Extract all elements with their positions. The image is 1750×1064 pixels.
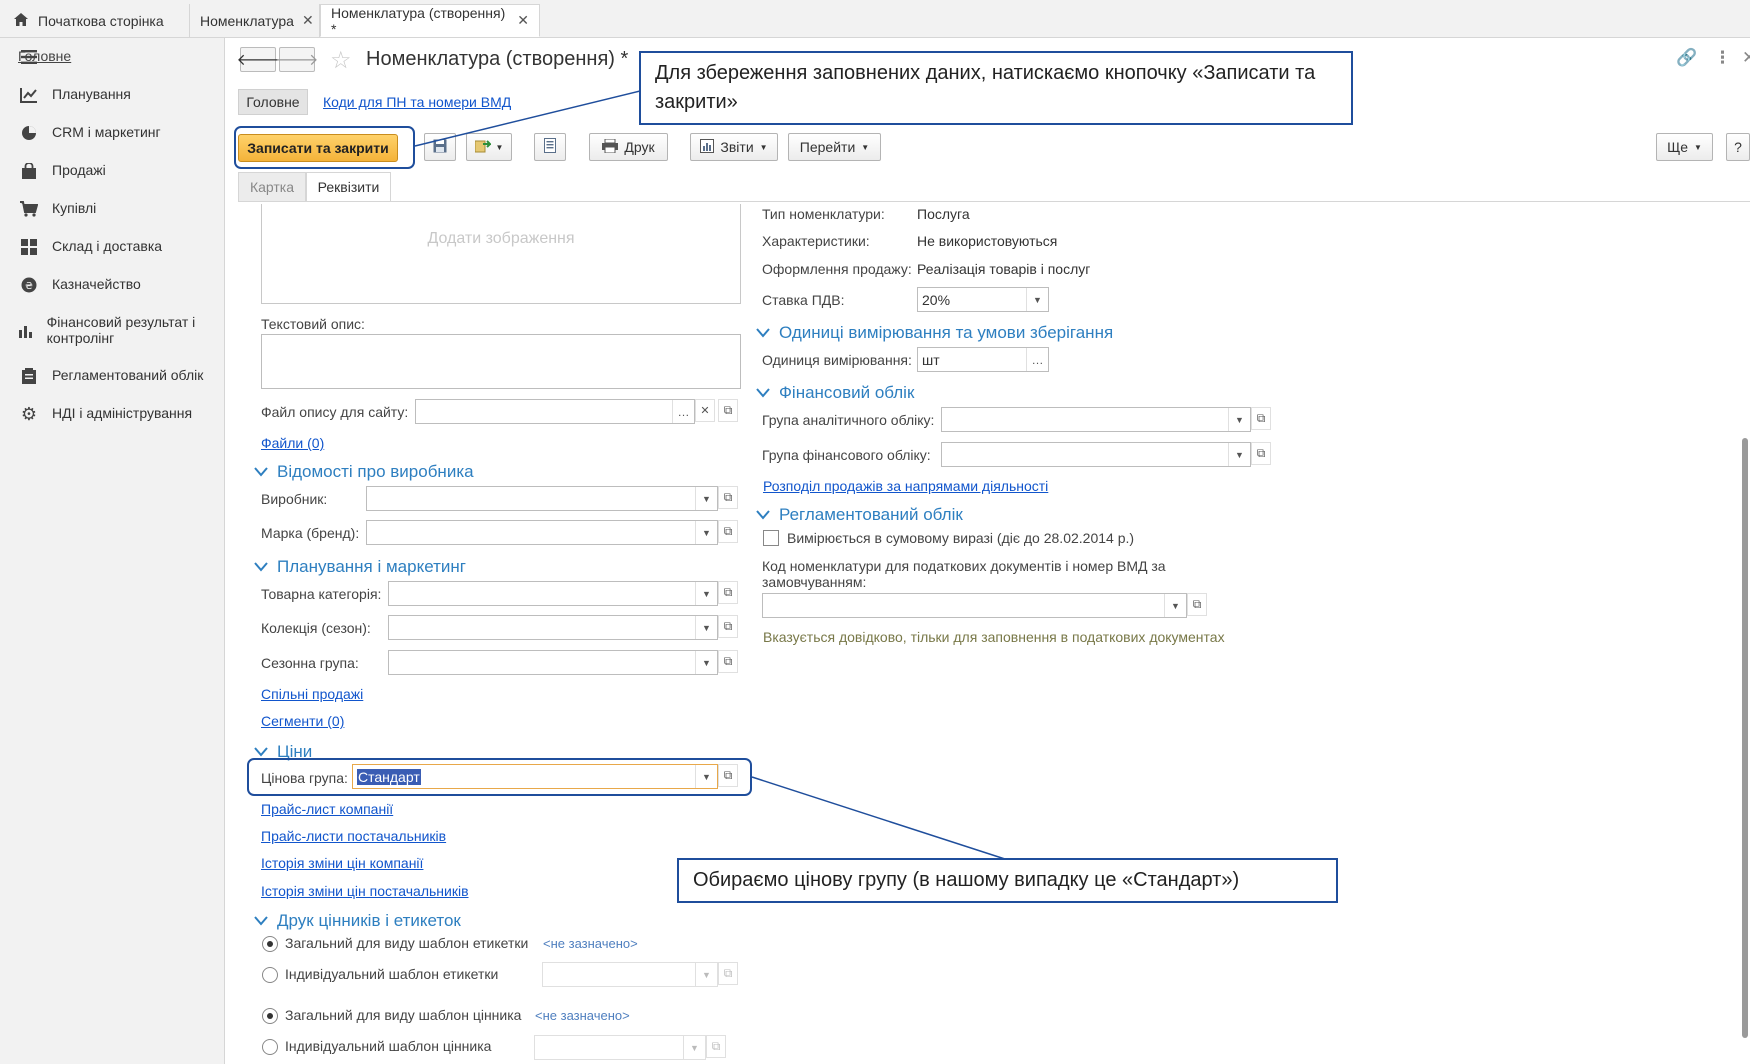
price-callout: Обираємо цінову групу (в нашому випадку … (677, 858, 1338, 903)
save-callout: Для збереження заповнених даних, натиска… (639, 51, 1353, 125)
callout-lines (414, 90, 1009, 861)
